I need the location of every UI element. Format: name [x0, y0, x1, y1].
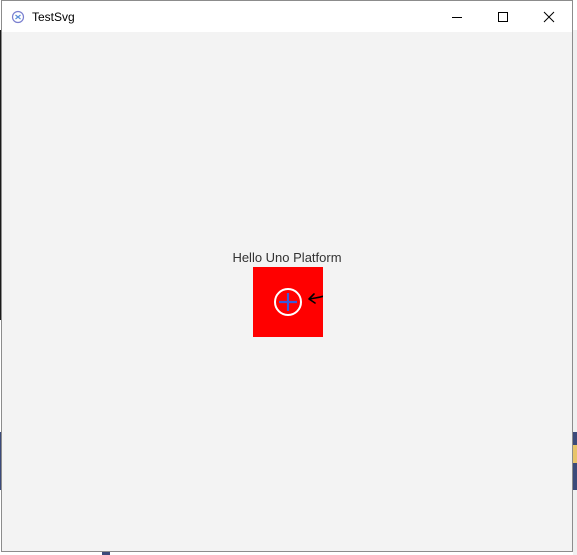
- minimize-icon: [452, 16, 462, 18]
- close-icon: [543, 11, 555, 22]
- maximize-icon: [498, 11, 508, 22]
- background-band-highlight: [573, 445, 577, 463]
- greeting-text: Hello Uno Platform: [232, 250, 342, 265]
- add-circle-with-arrow-icon: [274, 288, 323, 316]
- close-button[interactable]: [526, 1, 572, 32]
- window-title: TestSvg: [32, 10, 75, 24]
- uno-app-icon: [11, 10, 25, 24]
- page-content: Hello Uno Platform: [2, 32, 572, 551]
- app-window: TestSvg Hello Uno Platform: [1, 0, 573, 552]
- maximize-button[interactable]: [480, 1, 526, 32]
- minimize-button[interactable]: [434, 1, 480, 32]
- title-bar[interactable]: TestSvg: [2, 1, 572, 32]
- svg-image-tile: [253, 267, 323, 337]
